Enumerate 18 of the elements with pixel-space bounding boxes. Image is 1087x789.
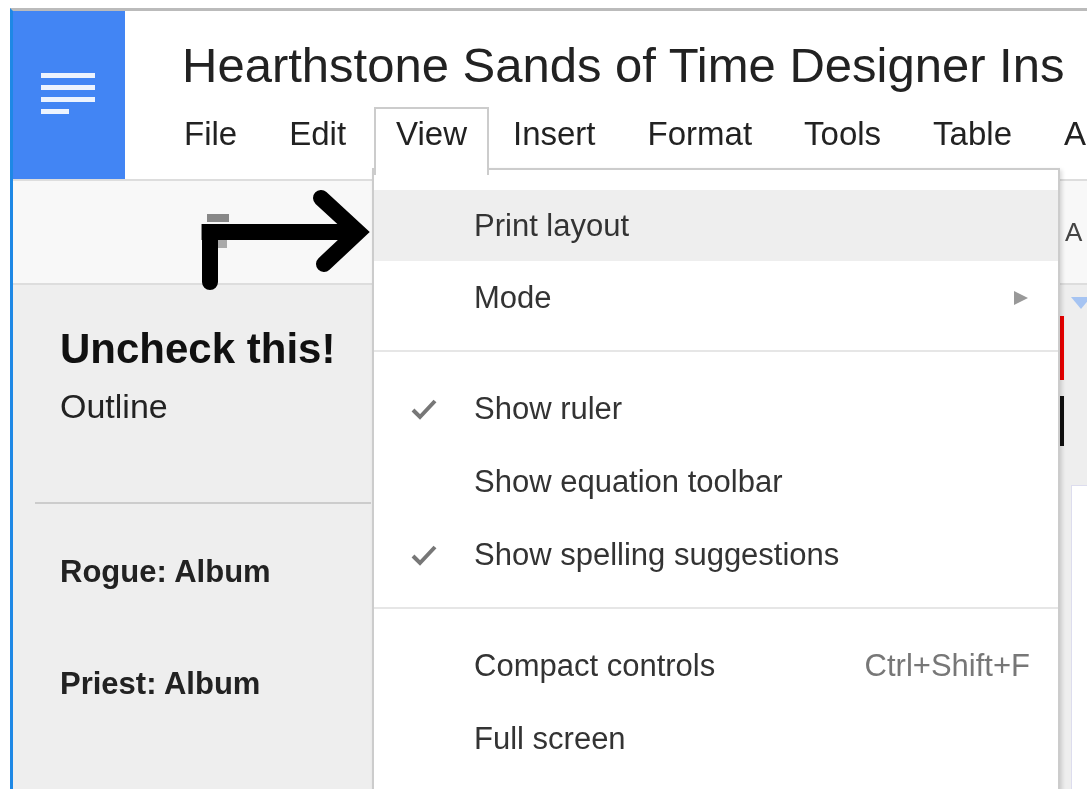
outline-item[interactable]: Priest: Album [13, 666, 371, 778]
outline-item[interactable]: Rogue: Album [13, 554, 371, 666]
menu-option[interactable]: Print layout [374, 190, 1058, 261]
menu-option[interactable]: Show spelling suggestions [374, 518, 1058, 591]
menu-item[interactable]: File [182, 107, 240, 175]
menu-item[interactable]: Edit [287, 107, 349, 175]
annotation-text: Uncheck this! [59, 325, 337, 373]
shortcut-text: Ctrl+Shift+F [864, 647, 1030, 684]
menu-option[interactable]: Mode [374, 261, 1058, 334]
menu-option[interactable]: Compact controls Ctrl+Shift+F [374, 629, 1058, 702]
menu-item[interactable]: A [1062, 107, 1087, 175]
outline-title: Outline [59, 387, 169, 426]
document-title[interactable]: Hearthstone Sands of Time Designer Ins [182, 37, 1087, 93]
font-menu[interactable]: A [1065, 216, 1083, 248]
menu-option[interactable]: Full screen [374, 702, 1058, 775]
menu-item[interactable]: View [374, 107, 489, 175]
menu-option[interactable]: Show equation toolbar [374, 445, 1058, 518]
menu-option[interactable]: Show ruler [374, 372, 1058, 445]
